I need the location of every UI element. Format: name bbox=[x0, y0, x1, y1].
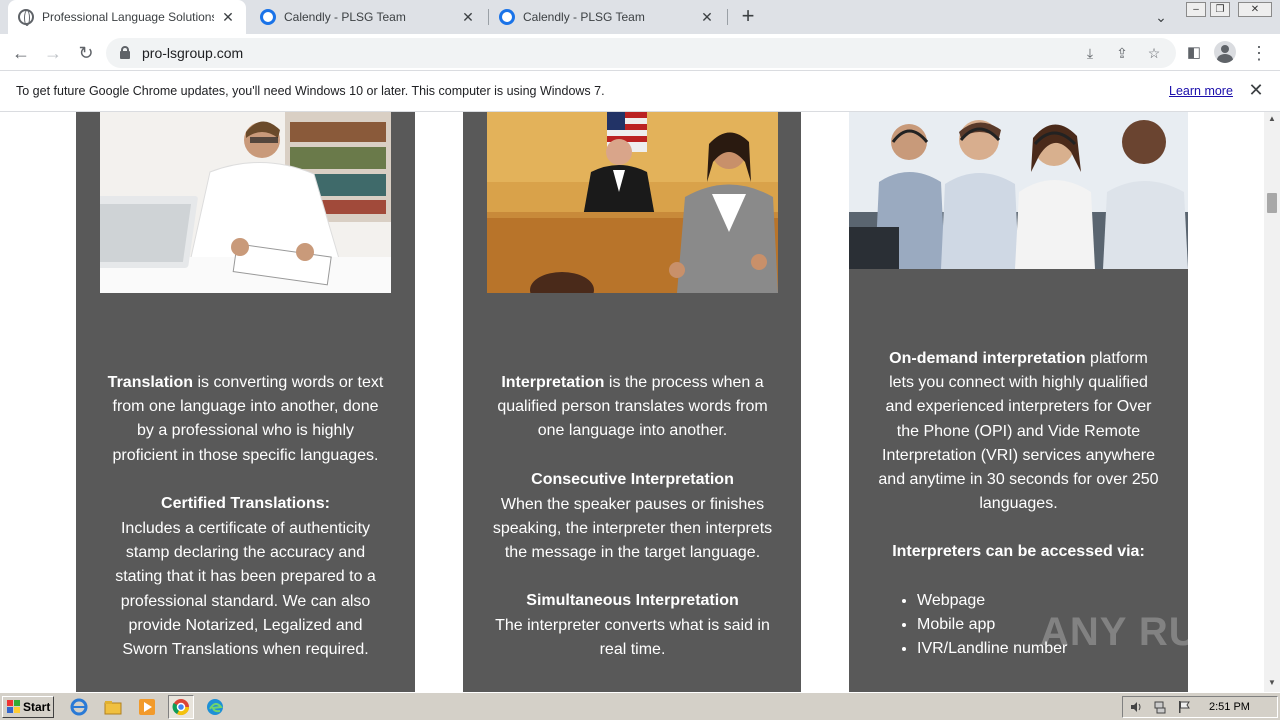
edge-icon[interactable] bbox=[206, 698, 224, 716]
update-infobar: To get future Google Chrome updates, you… bbox=[0, 71, 1280, 112]
forward-arrow-icon[interactable]: → bbox=[40, 40, 66, 66]
bookmark-star-icon[interactable]: ☆ bbox=[1143, 42, 1165, 64]
restore-button[interactable]: ❐ bbox=[1210, 2, 1230, 17]
minimize-button[interactable]: ‒ bbox=[1186, 2, 1206, 17]
windows-taskbar: Start 2:51 PM bbox=[0, 692, 1280, 720]
interpretation-card: Interpretation is the process when a qua… bbox=[463, 112, 801, 692]
simultaneous-interpretation-body: The interpreter converts what is said in… bbox=[495, 617, 770, 659]
scroll-thumb[interactable] bbox=[1267, 193, 1277, 213]
interpretation-photo bbox=[487, 112, 778, 293]
infobar-message: To get future Google Chrome updates, you… bbox=[16, 84, 605, 98]
start-button[interactable]: Start bbox=[2, 696, 54, 718]
translation-card: Translation is converting words or text … bbox=[76, 112, 415, 692]
consecutive-interpretation-title: Consecutive Interpretation bbox=[531, 471, 734, 488]
calendly-icon bbox=[499, 9, 515, 25]
back-arrow-icon[interactable]: ← bbox=[8, 40, 34, 66]
windows-flag-icon bbox=[7, 700, 21, 714]
url-text[interactable]: pro-lsgroup.com bbox=[142, 45, 243, 61]
menu-kebab-icon[interactable]: ⋮ bbox=[1246, 40, 1272, 66]
tab-calendly-1[interactable]: Calendly - PLSG Team ✕ bbox=[250, 0, 486, 34]
simultaneous-interpretation-title: Simultaneous Interpretation bbox=[526, 592, 739, 609]
call-center-photo bbox=[849, 112, 1188, 269]
media-player-icon[interactable] bbox=[138, 698, 156, 716]
tab-professional-language-solutions[interactable]: Professional Language Solutions Gro ✕ bbox=[8, 0, 246, 34]
tab-strip: Professional Language Solutions Gro ✕ Ca… bbox=[0, 0, 1280, 34]
clock[interactable]: 2:51 PM bbox=[1209, 701, 1250, 713]
network-icon[interactable] bbox=[1153, 700, 1167, 714]
chrome-icon bbox=[172, 699, 190, 716]
anyrun-watermark: ANY RUN bbox=[1040, 610, 1229, 654]
ondemand-intro: On-demand interpretation platform lets y… bbox=[878, 350, 1159, 513]
file-explorer-icon[interactable] bbox=[104, 698, 122, 716]
tab-calendly-2[interactable]: Calendly - PLSG Team ✕ bbox=[489, 0, 725, 34]
tab-title: Calendly - PLSG Team bbox=[523, 10, 645, 24]
tab-search-chevron-icon[interactable]: ⌄ bbox=[1150, 6, 1172, 28]
consecutive-interpretation-body: When the speaker pauses or finishes spea… bbox=[492, 496, 773, 562]
translation-intro: Translation is converting words or text … bbox=[107, 374, 384, 464]
certified-translations-title: Certified Translations: bbox=[161, 495, 330, 512]
scroll-up-icon[interactable]: ▲ bbox=[1267, 114, 1277, 124]
interpretation-intro: Interpretation is the process when a qua… bbox=[497, 374, 768, 440]
page-scrollbar[interactable]: ▲ ▼ bbox=[1264, 112, 1280, 692]
lock-icon[interactable] bbox=[120, 46, 130, 59]
calendly-icon bbox=[260, 9, 276, 25]
share-icon[interactable]: ⇪ bbox=[1111, 42, 1133, 64]
close-tab-icon[interactable]: ✕ bbox=[460, 9, 476, 26]
access-via-title: Interpreters can be accessed via: bbox=[892, 543, 1145, 560]
learn-more-link[interactable]: Learn more bbox=[1169, 84, 1233, 98]
start-label: Start bbox=[23, 700, 51, 714]
close-tab-icon[interactable]: ✕ bbox=[220, 9, 236, 26]
page-viewport: Translation is converting words or text … bbox=[0, 112, 1264, 692]
profile-avatar-icon[interactable] bbox=[1214, 41, 1236, 63]
action-center-flag-icon[interactable] bbox=[1177, 700, 1191, 714]
close-icon[interactable]: ✕ bbox=[1246, 80, 1266, 100]
tab-separator bbox=[727, 9, 728, 25]
install-app-icon[interactable]: ⤓ bbox=[1079, 42, 1101, 64]
translation-photo bbox=[100, 112, 391, 293]
tab-title: Calendly - PLSG Team bbox=[284, 10, 406, 24]
chrome-taskbar-button[interactable] bbox=[168, 695, 194, 719]
scroll-down-icon[interactable]: ▼ bbox=[1267, 678, 1277, 688]
close-tab-icon[interactable]: ✕ bbox=[699, 9, 715, 26]
reload-icon[interactable]: ↻ bbox=[73, 40, 99, 66]
globe-icon bbox=[18, 9, 34, 26]
close-window-button[interactable]: ✕ bbox=[1238, 2, 1272, 17]
system-tray: 2:51 PM bbox=[1122, 696, 1278, 718]
address-bar[interactable]: pro-lsgroup.com ⤓ ⇪ ☆ bbox=[106, 38, 1176, 68]
certified-translations-body: Includes a certificate of authenticity s… bbox=[115, 520, 376, 659]
tab-title: Professional Language Solutions Gro bbox=[42, 10, 214, 24]
ondemand-card: On-demand interpretation platform lets y… bbox=[849, 112, 1188, 692]
side-panel-icon[interactable]: ◧ bbox=[1181, 40, 1207, 66]
internet-explorer-icon[interactable] bbox=[70, 698, 88, 716]
volume-icon[interactable] bbox=[1129, 700, 1143, 714]
browser-toolbar: ← → ↻ pro-lsgroup.com ⤓ ⇪ ☆ ◧ ⋮ bbox=[0, 34, 1280, 71]
new-tab-button[interactable]: + bbox=[736, 4, 760, 28]
